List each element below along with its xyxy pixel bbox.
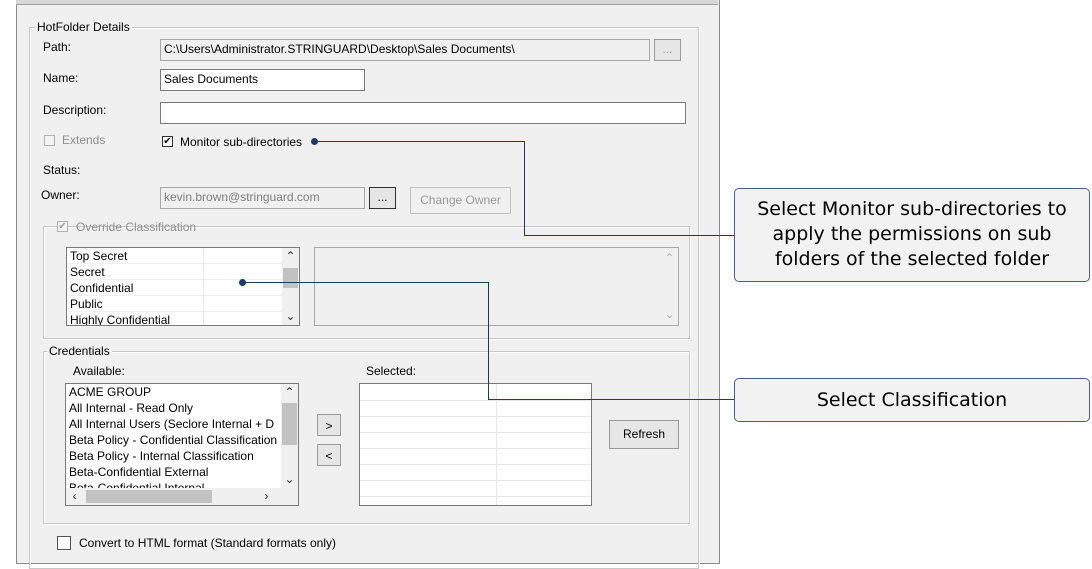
name-field[interactable]: Sales Documents xyxy=(160,69,365,91)
column-divider xyxy=(203,248,204,325)
extends-label: Extends xyxy=(62,133,106,147)
available-items: ACME GROUP All Internal - Read Only All … xyxy=(66,384,281,488)
scroll-thumb[interactable] xyxy=(282,403,297,445)
chevron-down-icon[interactable]: ⌄ xyxy=(281,471,298,488)
description-label: Description: xyxy=(43,103,107,117)
scroll-thumb[interactable] xyxy=(283,268,298,288)
owner-browse-button[interactable]: ... xyxy=(369,187,396,209)
available-label: Available: xyxy=(73,364,125,378)
list-item[interactable]: ACME GROUP xyxy=(66,384,281,400)
extends-checkbox[interactable] xyxy=(44,135,55,146)
override-classification-label: Override Classification xyxy=(76,220,197,234)
classification-items: Top Secret Secret Confidential Public Hi… xyxy=(67,248,299,325)
monitor-connector-line xyxy=(524,141,525,236)
monitor-subdirectories-label: Monitor sub-directories xyxy=(180,135,303,149)
status-label: Status: xyxy=(43,163,81,177)
list-item[interactable]: All Internal Users (Seclore Internal + D xyxy=(66,416,281,432)
chevron-up-icon[interactable]: ⌃ xyxy=(281,384,298,401)
classification-list[interactable]: Top Secret Secret Confidential Public Hi… xyxy=(66,247,300,326)
classification-scrollbar[interactable]: ⌃ ⌄ xyxy=(282,248,299,325)
list-item[interactable]: Beta-Confidential External xyxy=(66,464,281,480)
list-item[interactable]: Highly Confidential xyxy=(67,312,299,325)
monitor-connector-line xyxy=(524,235,734,236)
credentials-legend: Credentials xyxy=(47,344,112,358)
list-item[interactable]: Public xyxy=(67,296,299,312)
chevron-up-icon: ⌃ xyxy=(664,251,675,265)
row-divider xyxy=(360,480,591,481)
list-item[interactable]: Beta Policy - Confidential Classificatio… xyxy=(66,432,281,448)
remove-credential-button[interactable]: < xyxy=(317,444,341,466)
row-divider xyxy=(360,448,591,449)
add-credential-button[interactable]: > xyxy=(317,414,341,436)
convert-html-checkbox[interactable] xyxy=(57,536,71,550)
classification-connector-line xyxy=(243,282,489,283)
dialog-top-edge xyxy=(16,0,718,5)
chevron-up-icon[interactable]: ⌃ xyxy=(282,248,299,265)
refresh-button[interactable]: Refresh xyxy=(609,420,679,449)
classification-connector-line xyxy=(488,399,734,400)
row-divider xyxy=(360,464,591,465)
list-item[interactable]: All Internal - Read Only xyxy=(66,400,281,416)
list-item[interactable]: Beta Policy - Internal Classification xyxy=(66,448,281,464)
convert-html-label: Convert to HTML format (Standard formats… xyxy=(79,536,336,550)
available-credentials-list[interactable]: ACME GROUP All Internal - Read Only All … xyxy=(65,383,299,506)
scroll-thumb[interactable] xyxy=(86,490,212,503)
description-field[interactable] xyxy=(160,102,686,124)
available-vertical-scrollbar[interactable]: ⌃ ⌄ xyxy=(281,384,298,488)
monitor-subdirectories-checkbox[interactable]: ✔ xyxy=(162,136,173,147)
available-horizontal-scrollbar[interactable]: ‹ › xyxy=(66,488,298,505)
chevron-down-icon: ⌄ xyxy=(664,307,675,321)
row-divider xyxy=(360,400,591,401)
list-item[interactable]: Top Secret xyxy=(67,248,299,264)
row-divider xyxy=(360,416,591,417)
classification-connector-line xyxy=(488,282,489,400)
monitor-callout: Select Monitor sub-directories to apply … xyxy=(734,188,1090,282)
classification-detail-panel: ⌃ ⌄ xyxy=(314,247,679,326)
path-browse-button[interactable]: ... xyxy=(654,39,681,61)
selected-label: Selected: xyxy=(366,364,417,378)
override-classification-checkbox[interactable]: ✔ xyxy=(57,221,68,232)
path-field[interactable]: C:\Users\Administrator.STRINGUARD\Deskto… xyxy=(160,39,650,61)
name-label: Name: xyxy=(43,71,79,85)
hotfolder-details-legend: HotFolder Details xyxy=(35,20,132,34)
selected-credentials-list[interactable] xyxy=(359,383,592,506)
change-owner-button[interactable]: Change Owner xyxy=(410,187,511,214)
row-divider xyxy=(360,496,591,497)
owner-label: Owner: xyxy=(41,188,80,202)
checkmark-icon: ✔ xyxy=(163,136,172,147)
chevron-right-icon[interactable]: › xyxy=(258,488,275,505)
row-divider xyxy=(360,432,591,433)
owner-field[interactable]: kevin.brown@stringuard.com xyxy=(160,187,365,209)
list-item[interactable]: Secret xyxy=(67,264,299,280)
chevron-down-icon[interactable]: ⌄ xyxy=(282,308,299,325)
list-item[interactable]: Beta-Confidential Internal xyxy=(66,480,281,488)
checkmark-icon: ✔ xyxy=(58,221,67,232)
column-divider xyxy=(496,384,497,505)
path-label: Path: xyxy=(43,40,72,54)
classification-callout: Select Classification xyxy=(734,378,1090,422)
monitor-connector-line xyxy=(315,141,525,142)
chevron-left-icon[interactable]: ‹ xyxy=(66,488,83,505)
